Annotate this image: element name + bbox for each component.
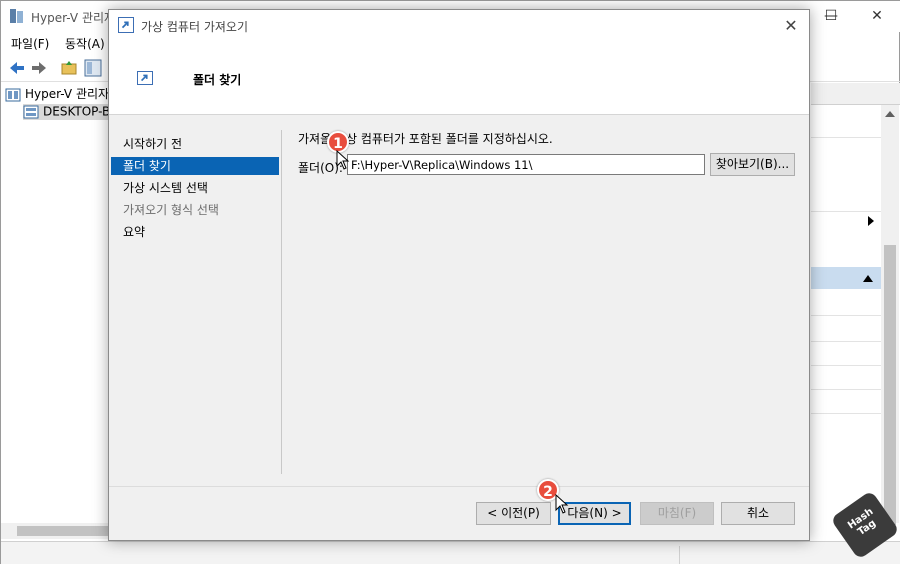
cancel-button[interactable]: 취소 (721, 502, 795, 525)
footer-divider (109, 486, 809, 487)
tree-root-hyperv[interactable]: Hyper-V 관리자 (5, 85, 109, 103)
dialog-title: 가상 컴퓨터 가져오기 (141, 20, 248, 34)
tree-root-label: Hyper-V 관리자 (25, 87, 110, 101)
submenu-arrow-icon[interactable] (867, 216, 875, 226)
folder-path-input[interactable] (347, 154, 705, 175)
status-separator (679, 546, 680, 564)
actions-vertical-scrollbar[interactable] (881, 105, 899, 525)
step-select-vm[interactable]: 가상 시스템 선택 (111, 179, 279, 197)
collapse-arrow-icon[interactable] (863, 274, 873, 282)
import-vm-icon (118, 17, 134, 33)
forward-arrow-icon[interactable] (29, 58, 49, 78)
folder-up-icon[interactable] (59, 58, 79, 78)
actions-selected-section[interactable] (811, 267, 881, 289)
host-computer-icon (23, 105, 39, 119)
import-vm-dialog: 가상 컴퓨터 가져오기 ✕ 폴더 찾기 시작하기 전 폴더 찾기 가상 시스템 … (108, 9, 810, 541)
finish-button: 마침(F) (640, 502, 714, 525)
mouse-pointer-icon (336, 150, 350, 170)
tree-host-label: DESKTOP-B (43, 104, 111, 119)
status-bar (1, 541, 900, 564)
actions-divider (811, 413, 881, 414)
actions-divider (811, 341, 881, 342)
dialog-close-icon[interactable]: ✕ (777, 14, 805, 38)
hyperv-server-icon (10, 9, 23, 23)
step-before-you-begin[interactable]: 시작하기 전 (111, 135, 279, 153)
bg-maximize-icon[interactable]: ☐ (812, 5, 850, 27)
menu-file[interactable]: 파일(F) (11, 35, 49, 52)
wizard-step-nav: 시작하기 전 폴더 찾기 가상 시스템 선택 가져오기 형식 선택 요약 (109, 116, 281, 480)
console-tree-icon[interactable] (83, 58, 103, 78)
actions-header (811, 83, 900, 105)
actions-divider (811, 315, 881, 316)
actions-divider (811, 137, 881, 138)
browse-button[interactable]: 찾아보기(B)... (710, 153, 795, 176)
step-title: 폴더 찾기 (193, 73, 242, 87)
dialog-body: 가져올 가상 컴퓨터가 포함된 폴더를 지정하십시오. 폴더(O): 찾아보기(… (282, 116, 809, 480)
hyperv-manager-icon (5, 88, 21, 101)
import-vm-header-icon (137, 71, 153, 85)
menu-action[interactable]: 동작(A) (65, 35, 105, 52)
bg-close-icon[interactable]: ✕ (857, 5, 897, 27)
tree-scroll-thumb[interactable] (17, 526, 109, 536)
actions-scroll-thumb[interactable] (884, 245, 896, 525)
step-summary[interactable]: 요약 (111, 223, 279, 241)
actions-divider (811, 365, 881, 366)
tree-host-desktop[interactable]: DESKTOP-B (23, 104, 115, 120)
back-arrow-icon[interactable] (7, 58, 27, 78)
previous-button[interactable]: < 이전(P) (476, 502, 551, 525)
step-locate-folder[interactable]: 폴더 찾기 (111, 157, 279, 175)
actions-divider (811, 211, 881, 212)
tree-horizontal-scrollbar[interactable] (1, 523, 113, 539)
step-import-type: 가져오기 형식 선택 (123, 203, 219, 217)
mouse-pointer-icon (555, 494, 569, 514)
dialog-header: 폴더 찾기 (109, 41, 809, 115)
console-tree: Hyper-V 관리자 DESKTOP-B (1, 83, 115, 523)
dialog-titlebar: 가상 컴퓨터 가져오기 ✕ (109, 10, 809, 41)
bg-window-title: Hyper-V 관리자 (31, 11, 116, 25)
actions-divider (811, 389, 881, 390)
scroll-up-icon[interactable] (885, 111, 895, 117)
